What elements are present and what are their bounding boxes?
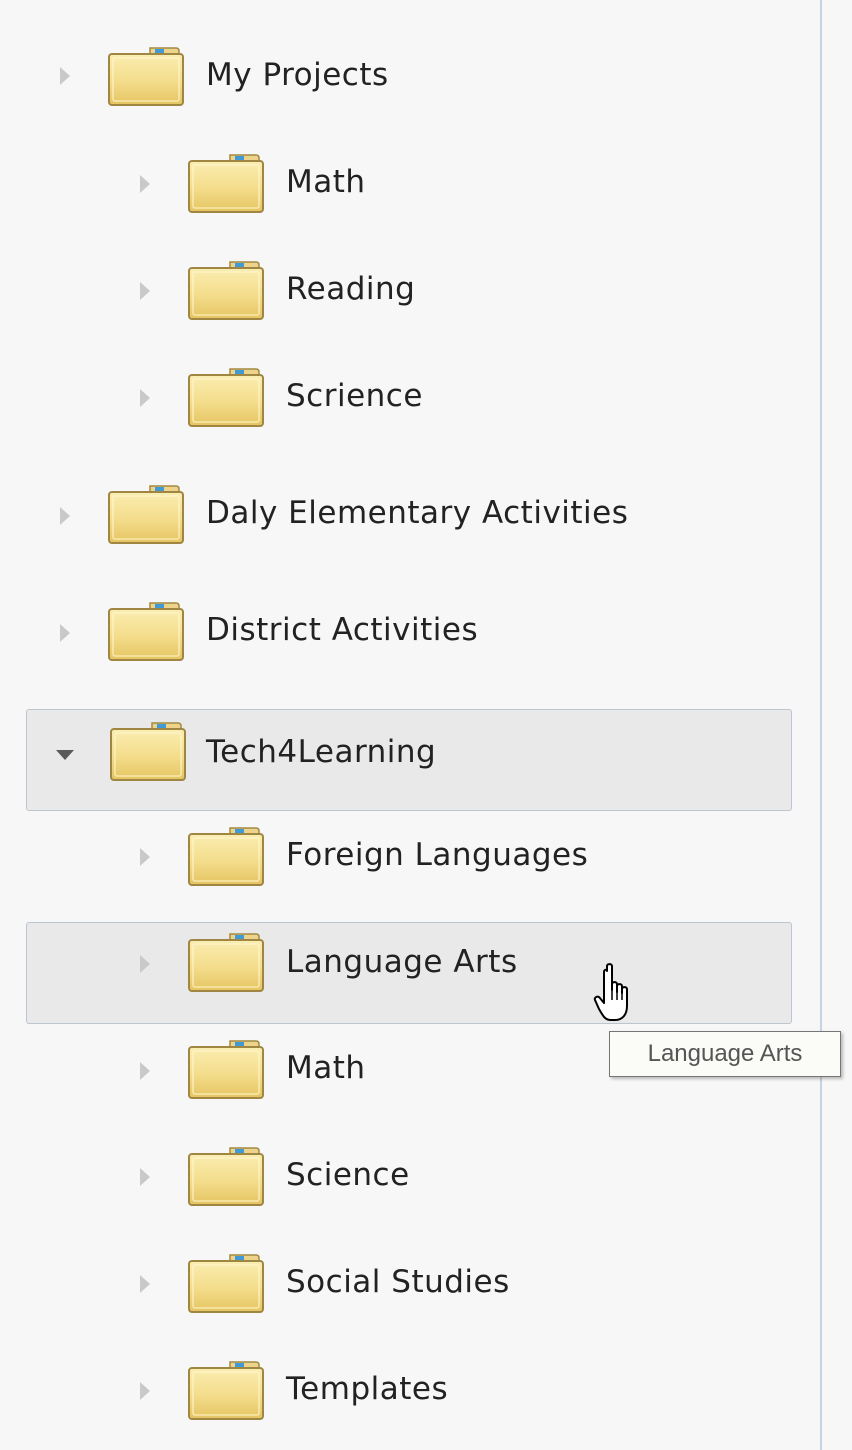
folder-icon — [106, 483, 186, 547]
folder-icon — [186, 825, 266, 889]
tree-node-label: Tech4Learning — [206, 734, 437, 770]
chevron-down-icon[interactable] — [56, 750, 74, 760]
folder-icon — [108, 720, 188, 784]
tree-node-label: Language Arts — [286, 944, 518, 980]
tree-node-label: Math — [286, 164, 366, 200]
chevron-right-icon[interactable] — [140, 282, 150, 300]
folder-icon — [186, 931, 266, 995]
folder-browser: My Projects Math Reading Scrience Daly E… — [0, 0, 852, 1450]
folder-icon — [186, 366, 266, 430]
folder-icon — [106, 45, 186, 109]
chevron-right-icon[interactable] — [140, 389, 150, 407]
tree-node-daly-elementary-activities[interactable]: Daly Elementary Activities — [0, 473, 820, 561]
chevron-right-icon[interactable] — [140, 848, 150, 866]
chevron-right-icon[interactable] — [140, 1168, 150, 1186]
tree-node-tech4learning[interactable]: Tech4Learning — [0, 709, 820, 811]
chevron-right-icon[interactable] — [140, 1382, 150, 1400]
folder-icon — [186, 1038, 266, 1102]
chevron-right-icon[interactable] — [140, 175, 150, 193]
tree-node-templates[interactable]: Templates — [0, 1349, 820, 1437]
tree-node-district-activities[interactable]: District Activities — [0, 590, 820, 678]
chevron-right-icon[interactable] — [140, 955, 150, 973]
tree-node-foreign-languages[interactable]: Foreign Languages — [0, 815, 820, 903]
panel-divider[interactable] — [820, 0, 822, 1450]
chevron-right-icon[interactable] — [60, 507, 70, 525]
folder-icon — [186, 1359, 266, 1423]
hand-pointer-icon — [593, 963, 628, 1021]
tree-node-label: Math — [286, 1050, 366, 1086]
folder-icon — [106, 600, 186, 664]
tree-node-label: Foreign Languages — [286, 837, 589, 873]
folder-tree: My Projects Math Reading Scrience Daly E… — [0, 0, 820, 1450]
chevron-right-icon[interactable] — [60, 67, 70, 85]
tree-node-label: Templates — [286, 1371, 449, 1407]
tree-node-language-arts[interactable]: Language Arts — [0, 922, 820, 1024]
chevron-right-icon[interactable] — [140, 1275, 150, 1293]
tree-node-label: Reading — [286, 271, 416, 307]
folder-icon — [186, 1252, 266, 1316]
folder-icon — [186, 152, 266, 216]
chevron-right-icon[interactable] — [60, 624, 70, 642]
tree-node-label: My Projects — [206, 57, 389, 93]
tree-node-social-studies[interactable]: Social Studies — [0, 1242, 820, 1330]
tree-node-my-projects[interactable]: My Projects — [0, 35, 820, 123]
tree-node-label: Social Studies — [286, 1264, 510, 1300]
tree-node-science[interactable]: Science — [0, 1135, 820, 1223]
chevron-right-icon[interactable] — [140, 1062, 150, 1080]
tree-node-label: District Activities — [206, 612, 479, 648]
tree-node-reading[interactable]: Reading — [0, 249, 820, 337]
tree-node-scrience[interactable]: Scrience — [0, 356, 820, 444]
tooltip: Language Arts — [609, 1031, 841, 1077]
folder-icon — [186, 259, 266, 323]
folder-icon — [186, 1145, 266, 1209]
tree-node-label: Scrience — [286, 378, 423, 414]
tree-node-label: Science — [286, 1157, 410, 1193]
tree-node-label: Daly Elementary Activities — [206, 495, 629, 531]
tree-node-math[interactable]: Math — [0, 142, 820, 230]
